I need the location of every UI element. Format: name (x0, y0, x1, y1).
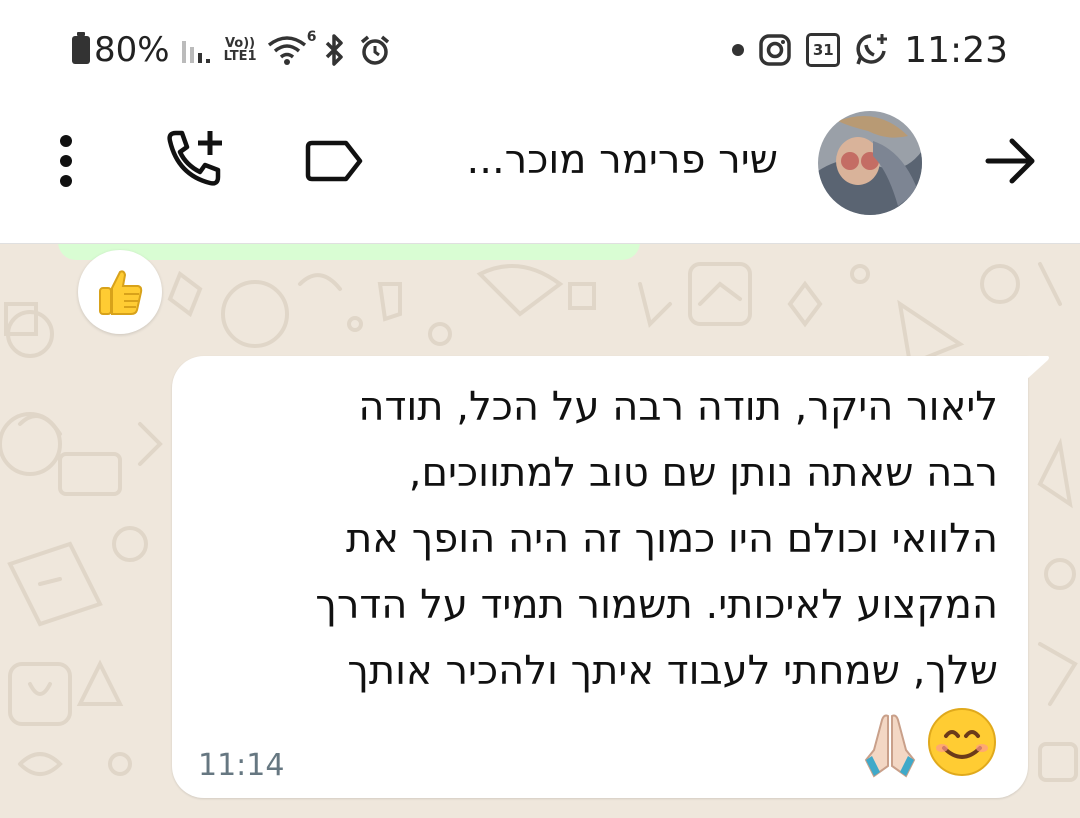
incoming-message-bubble[interactable]: ליאור היקר, תודה רבה על הכל, תודה רבה שא… (172, 356, 1028, 798)
contact-avatar[interactable] (818, 111, 922, 215)
instagram-icon (759, 34, 791, 66)
battery-indicator: 80% (72, 30, 170, 70)
calendar-day: 31 (812, 41, 834, 59)
thumbs-up-emoji-icon (99, 270, 143, 315)
back-button[interactable] (980, 131, 1040, 191)
add-call-button[interactable] (160, 125, 230, 195)
chat-header: שיר פרימר מוכר... (0, 95, 1080, 244)
battery-percent: 80% (94, 30, 170, 70)
smiling-face-emoji-icon (928, 708, 996, 776)
more-options-button[interactable] (50, 131, 82, 191)
volte-indicator: Vo)) LTE1 (224, 37, 257, 63)
message-text: ליאור היקר, תודה רבה על הכל, תודה רבה שא… (208, 374, 998, 704)
status-bar: 80% Vo)) LTE1 6 31 11:23 (0, 0, 1080, 95)
label-tag-icon (305, 140, 363, 182)
whatsapp-missed-call-icon (856, 34, 888, 65)
bubble-tail (1026, 356, 1049, 380)
message-line: המקצוע לאיכותי. תשמור תמיד על הדרך (315, 582, 998, 628)
alarm-icon (360, 35, 389, 65)
chat-area[interactable]: ליאור היקר, תודה רבה על הכל, תודה רבה שא… (0, 244, 1080, 818)
message-line: ליאור היקר, תודה רבה על הכל, תודה (358, 384, 998, 430)
status-left: 80% Vo)) LTE1 6 (72, 28, 391, 72)
message-emojis (860, 706, 1000, 782)
arrow-right-icon (985, 138, 1035, 184)
status-right: 31 11:23 (732, 28, 1008, 72)
signal-icon (181, 41, 210, 63)
folded-hands-emoji-icon (864, 714, 916, 778)
phone-add-icon (167, 130, 222, 186)
message-line: רבה שאתה נותן שם טוב למתווכים, (408, 450, 998, 496)
avatar-image (818, 111, 922, 215)
message-time: 11:14 (198, 748, 285, 783)
contact-name[interactable]: שיר פרימר מוכר... (467, 137, 778, 183)
message-line: הלוואי וכולם היו כמוך זה היה הופך את (346, 516, 998, 562)
wifi-indicator: 6 (267, 29, 317, 67)
message-reaction[interactable] (78, 250, 162, 334)
calendar-icon: 31 (806, 33, 841, 67)
label-button[interactable] (302, 131, 368, 191)
status-time: 11:23 (904, 29, 1008, 71)
wifi-icon (267, 36, 306, 65)
bluetooth-icon (325, 34, 343, 66)
volte-bottom-label: LTE1 (223, 49, 257, 64)
wifi-badge: 6 (306, 29, 317, 45)
battery-icon (72, 32, 90, 64)
more-vertical-icon (60, 135, 72, 187)
notification-dot-icon (732, 44, 745, 56)
message-line: שלך, שמחתי לעבוד איתך ולהכיר אותך (347, 648, 998, 694)
